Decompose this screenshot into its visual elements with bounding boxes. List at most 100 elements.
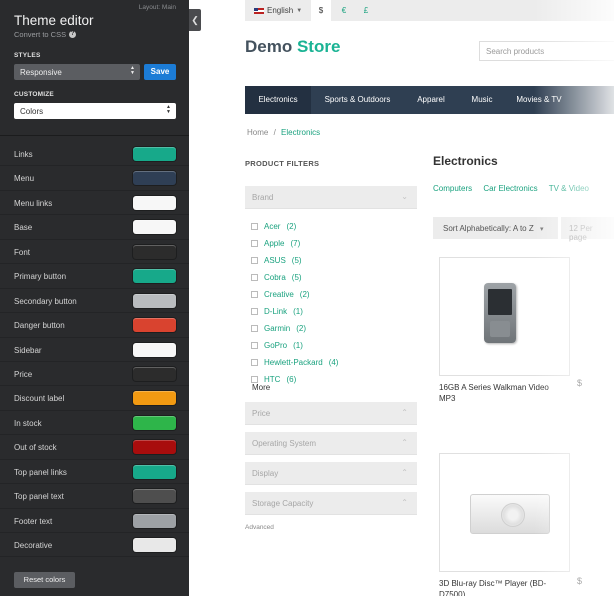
brand-filter-option[interactable]: Apple (7) bbox=[251, 235, 338, 252]
brand-name[interactable]: Cobra bbox=[264, 273, 286, 282]
brand-checkbox[interactable] bbox=[251, 291, 258, 298]
facet-operating-system[interactable]: Operating System ⌃ bbox=[245, 432, 417, 455]
brand-name[interactable]: Garmin bbox=[264, 324, 290, 333]
help-icon[interactable]: ? bbox=[69, 31, 77, 38]
brand-filter-option[interactable]: Creative (2) bbox=[251, 286, 338, 303]
language-selector[interactable]: English ▼ bbox=[254, 6, 302, 15]
brand-filter-option[interactable]: GoPro (1) bbox=[251, 337, 338, 354]
brand-name[interactable]: Hewlett-Packard bbox=[264, 358, 323, 367]
product-price-partial: $ bbox=[577, 378, 583, 388]
color-swatch[interactable] bbox=[133, 171, 176, 186]
brand-name[interactable]: ASUS bbox=[264, 256, 286, 265]
breadcrumb-separator: / bbox=[273, 128, 276, 137]
brand-filter-option[interactable]: Garmin (2) bbox=[251, 320, 338, 337]
menu-item-movies-tv[interactable]: Movies & TV bbox=[506, 86, 572, 114]
brand-name[interactable]: Acer bbox=[264, 222, 280, 231]
color-setting-label: Menu links bbox=[14, 198, 53, 208]
currency-usd[interactable]: $ bbox=[311, 0, 331, 21]
color-swatch[interactable] bbox=[133, 342, 176, 357]
reset-colors-button[interactable]: Reset colors bbox=[14, 572, 75, 588]
color-setting-label: Decorative bbox=[14, 541, 53, 550]
menu-item-apparel[interactable]: Apparel bbox=[404, 86, 458, 114]
brand-filter-option[interactable]: Acer (2) bbox=[251, 218, 338, 235]
color-swatch[interactable] bbox=[133, 366, 176, 381]
color-swatch[interactable] bbox=[133, 147, 176, 161]
brand-name[interactable]: Apple bbox=[264, 239, 284, 248]
color-swatch[interactable] bbox=[133, 244, 176, 259]
menu-item-electronics[interactable]: Electronics bbox=[245, 86, 311, 114]
more-brands-link[interactable]: More bbox=[252, 383, 270, 392]
color-swatch[interactable] bbox=[133, 293, 176, 308]
facet-price[interactable]: Price ⌃ bbox=[245, 402, 417, 425]
product-image-frame[interactable] bbox=[439, 453, 570, 572]
color-swatch[interactable] bbox=[133, 415, 176, 430]
color-swatch[interactable] bbox=[133, 269, 176, 284]
sort-select[interactable]: Sort Alphabetically: A to Z ▾ bbox=[433, 217, 558, 239]
facet-display[interactable]: Display ⌃ bbox=[245, 462, 417, 485]
chevron-down-icon: ⌄ bbox=[401, 192, 408, 201]
brand-checkbox[interactable] bbox=[251, 308, 258, 315]
color-swatch[interactable] bbox=[133, 220, 176, 235]
style-select[interactable]: Responsive ▲ ▼ bbox=[14, 64, 140, 80]
brand-checkbox[interactable] bbox=[251, 257, 258, 264]
convert-to-css-link[interactable]: Convert to CSS ? bbox=[14, 30, 77, 39]
color-swatch[interactable] bbox=[133, 489, 176, 504]
facet-brand[interactable]: Brand ⌄ bbox=[245, 186, 417, 209]
brand-count: (7) bbox=[290, 239, 301, 248]
product-card[interactable]: 16GB A Series Walkman Video MP3 bbox=[439, 257, 570, 404]
color-swatch[interactable] bbox=[133, 440, 176, 455]
brand-checkbox[interactable] bbox=[251, 325, 258, 332]
brand-filter-option[interactable]: D-Link (1) bbox=[251, 303, 338, 320]
menu-item-sports-outdoors[interactable]: Sports & Outdoors bbox=[311, 86, 404, 114]
color-setting-label: Links bbox=[14, 150, 33, 159]
customize-select[interactable]: Colors ▲ ▼ bbox=[14, 103, 176, 119]
brand-checkbox[interactable] bbox=[251, 376, 258, 383]
color-swatch[interactable] bbox=[133, 513, 176, 528]
currency-gbp[interactable]: £ bbox=[356, 0, 376, 21]
product-card[interactable]: 3D Blu-ray Disc™ Player (BD-D7500) bbox=[439, 453, 570, 596]
items-per-page-select[interactable]: 12 Per page bbox=[561, 217, 614, 242]
save-button[interactable]: Save bbox=[144, 64, 176, 80]
product-name[interactable]: 3D Blu-ray Disc™ Player (BD-D7500) bbox=[439, 578, 549, 596]
breadcrumb-home[interactable]: Home bbox=[247, 128, 268, 137]
brand-filter-option[interactable]: ASUS (5) bbox=[251, 252, 338, 269]
color-setting-label: Top panel links bbox=[14, 467, 67, 477]
brand-name[interactable]: D-Link bbox=[264, 307, 287, 316]
brand-name[interactable]: Creative bbox=[264, 290, 294, 299]
color-swatch[interactable] bbox=[133, 391, 176, 406]
brand-checkbox[interactable] bbox=[251, 342, 258, 349]
subcategory-tv-video[interactable]: TV & Video bbox=[549, 184, 589, 193]
brand-checkbox[interactable] bbox=[251, 223, 258, 230]
collapse-editor-button[interactable]: ❮ bbox=[189, 9, 201, 31]
brand-checkbox[interactable] bbox=[251, 359, 258, 366]
color-swatch[interactable] bbox=[133, 195, 176, 210]
advanced-filters-link[interactable]: Advanced bbox=[245, 524, 274, 531]
brand-checkbox[interactable] bbox=[251, 274, 258, 281]
brand-checkbox[interactable] bbox=[251, 240, 258, 247]
brand-name[interactable]: GoPro bbox=[264, 341, 287, 350]
color-swatch[interactable] bbox=[133, 464, 176, 479]
facet-storage-capacity[interactable]: Storage Capacity ⌃ bbox=[245, 492, 417, 515]
subcategory-computers[interactable]: Computers bbox=[433, 184, 472, 193]
color-setting-row: Links bbox=[0, 142, 189, 167]
product-name[interactable]: 16GB A Series Walkman Video MP3 bbox=[439, 382, 549, 404]
brand-filter-option[interactable]: Hewlett-Packard (4) bbox=[251, 354, 338, 371]
subcategory-links: Computers Car Electronics TV & Video bbox=[433, 184, 598, 193]
color-setting-label: Out of stock bbox=[14, 443, 57, 453]
product-image-frame[interactable] bbox=[439, 257, 570, 376]
brand-count: (2) bbox=[286, 222, 297, 231]
select-arrows-icon: ▲ ▼ bbox=[130, 65, 135, 76]
color-swatch[interactable] bbox=[133, 538, 176, 552]
menu-item-music[interactable]: Music bbox=[458, 86, 506, 114]
brand-count: (4) bbox=[328, 358, 339, 367]
currency-eur[interactable]: € bbox=[334, 0, 354, 21]
color-swatch[interactable] bbox=[133, 318, 176, 333]
subcategory-car-electronics[interactable]: Car Electronics bbox=[483, 184, 537, 193]
customize-label: CUSTOMIZE bbox=[14, 91, 54, 98]
search-input[interactable]: Search products bbox=[479, 41, 614, 61]
color-setting-row: Sidebar bbox=[0, 338, 189, 362]
brand-filter-option[interactable]: Cobra (5) bbox=[251, 269, 338, 286]
layout-link[interactable]: Layout: Main bbox=[139, 4, 176, 11]
convert-to-css-label[interactable]: Convert to CSS bbox=[14, 30, 66, 39]
store-logo[interactable]: Demo Store bbox=[245, 37, 340, 57]
